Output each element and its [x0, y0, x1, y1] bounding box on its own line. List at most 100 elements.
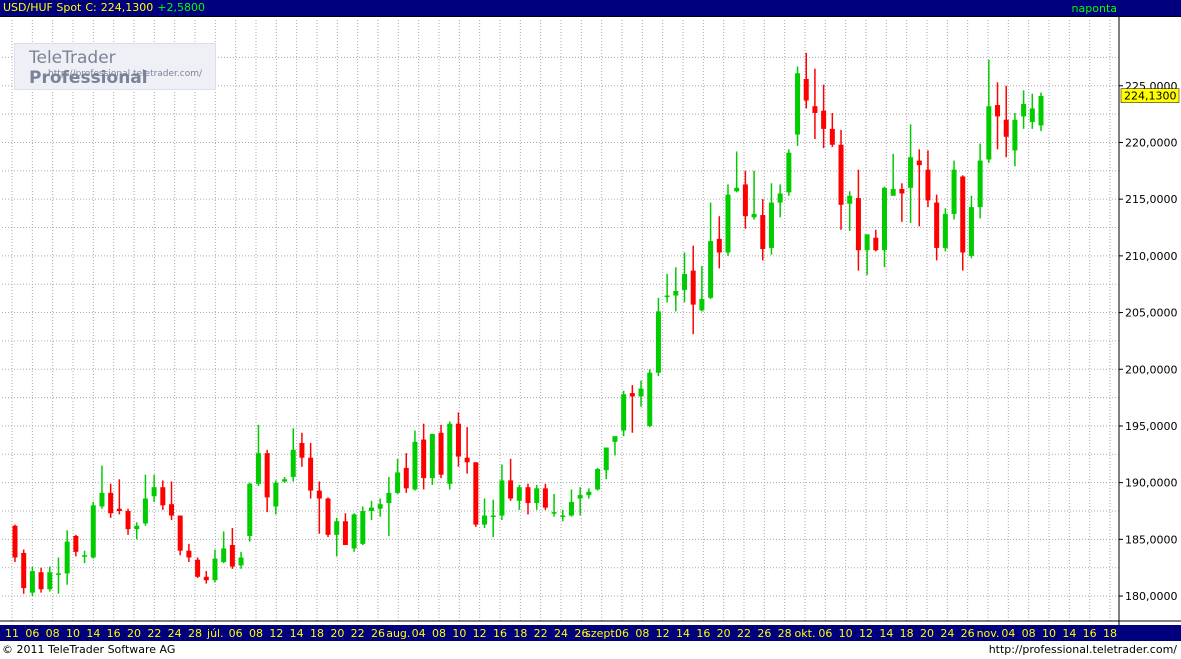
- x-tick-label: 06: [615, 627, 629, 640]
- x-tick-label: 22: [737, 627, 751, 640]
- x-tick-label: 14: [1062, 627, 1076, 640]
- candle-up: [786, 152, 792, 193]
- candle-down: [742, 184, 748, 217]
- x-tick-label: aug.: [386, 627, 410, 640]
- candle-up: [1021, 103, 1027, 117]
- x-tick-label: 10: [452, 627, 466, 640]
- candle-up: [212, 558, 218, 581]
- x-tick-label: 12: [473, 627, 487, 640]
- x-tick-label: 10: [839, 627, 853, 640]
- candle-up: [655, 311, 661, 373]
- x-tick-label: 20: [127, 627, 141, 640]
- x-tick-label: 22: [147, 627, 161, 640]
- candle-up: [664, 295, 670, 298]
- x-tick-label: szept.: [585, 627, 618, 640]
- candle-up: [908, 157, 914, 188]
- candle-up: [621, 394, 627, 431]
- x-tick-label: 12: [859, 627, 873, 640]
- x-tick-label: 28: [188, 627, 202, 640]
- x-tick-label: 06: [229, 627, 243, 640]
- x-tick-label: 08: [1022, 627, 1036, 640]
- candle-up: [1012, 119, 1018, 151]
- candle-down: [403, 467, 409, 489]
- candle-down: [308, 457, 314, 491]
- candle-up: [377, 504, 383, 509]
- x-tick-label: 14: [676, 627, 690, 640]
- candle-down: [229, 545, 235, 567]
- x-axis-bar: 11 06 08 10 14 16 20 22 24 28 júl. 06 08 12 14 18 20 22 26…: [0, 625, 1181, 641]
- x-tick-label: 04: [412, 627, 426, 640]
- candle-down: [995, 105, 1001, 117]
- candle-up: [290, 449, 296, 477]
- candle-up: [82, 555, 88, 557]
- candle-up: [282, 479, 288, 482]
- x-tick-label: 12: [269, 627, 283, 640]
- candle-up: [55, 573, 61, 575]
- candle-up: [968, 207, 974, 256]
- x-tick-label: 20: [717, 627, 731, 640]
- candle-down: [38, 572, 44, 590]
- x-tick-label: 18: [900, 627, 914, 640]
- x-tick-label: 16: [696, 627, 710, 640]
- candle-up: [951, 169, 957, 214]
- candle-down: [690, 270, 696, 305]
- x-tick-label: 06: [818, 627, 832, 640]
- x-tick-label: júl.: [206, 627, 224, 640]
- candle-up: [577, 495, 583, 499]
- candle-down: [508, 480, 514, 499]
- candle-up: [255, 453, 261, 484]
- x-tick-label: 08: [249, 627, 263, 640]
- candle-up: [777, 193, 783, 203]
- title-bar: USD/HUF Spot C: 224,1300 +2,5800 naponta: [0, 0, 1181, 17]
- x-tick-label: 12: [656, 627, 670, 640]
- candle-down: [325, 498, 331, 535]
- candle-up: [699, 298, 705, 311]
- y-tick-label: 180,0000: [1125, 590, 1178, 603]
- x-tick-label: 22: [351, 627, 365, 640]
- candle-down: [1003, 119, 1009, 137]
- candle-down: [438, 432, 444, 475]
- candle-up: [942, 213, 948, 248]
- x-tick-label: 14: [86, 627, 100, 640]
- candle-up: [482, 515, 488, 525]
- candle-up: [560, 515, 566, 518]
- candle-down: [829, 128, 835, 145]
- y-tick-label: 220,0000: [1125, 136, 1178, 149]
- x-tick-label: 16: [1083, 627, 1097, 640]
- candle-down: [916, 160, 922, 166]
- candle-up: [47, 572, 53, 590]
- candle-up: [890, 188, 896, 196]
- x-axis: 11 06 08 10 14 16 20 22 24 28 júl. 06 08 12 14 18 20 22 26…: [0, 625, 1181, 641]
- last-value-label: 224,1300: [1124, 90, 1177, 103]
- candle-down: [116, 508, 122, 512]
- candle-up: [595, 469, 601, 490]
- candle-down: [203, 576, 209, 581]
- x-tick-label: 26: [371, 627, 385, 640]
- candle-down: [455, 423, 461, 457]
- x-tick-label: 06: [25, 627, 39, 640]
- candle-up: [29, 571, 35, 593]
- candle-down: [316, 490, 322, 499]
- candlestick-chart[interactable]: 180,0000 185,0000 190,0000 195,0000 200,0000…: [0, 17, 1181, 625]
- candle-up: [386, 492, 392, 504]
- x-tick-label: 24: [168, 627, 182, 640]
- candle-up: [134, 525, 140, 530]
- candle-up: [247, 483, 253, 536]
- x-tick-label: 24: [940, 627, 954, 640]
- candle-down: [264, 453, 270, 498]
- footer-url: http://professional.teletrader.com/: [988, 643, 1177, 656]
- candle-down: [925, 169, 931, 201]
- candle-up: [412, 441, 418, 490]
- candle-up: [1038, 95, 1044, 126]
- symbol-label: USD/HUF Spot: [3, 1, 82, 14]
- watermark-url: http://professional.teletrader.com/: [48, 69, 203, 79]
- x-tick-label: 20: [330, 627, 344, 640]
- y-tick-label: 195,0000: [1125, 420, 1178, 433]
- candle-down: [160, 487, 166, 506]
- x-tick-label: 08: [635, 627, 649, 640]
- chart-area[interactable]: 180,0000 185,0000 190,0000 195,0000 200,0000…: [0, 17, 1181, 625]
- candle-down: [108, 492, 114, 514]
- candle-down: [169, 504, 175, 516]
- candle-up: [221, 548, 227, 563]
- candle-up: [647, 372, 653, 426]
